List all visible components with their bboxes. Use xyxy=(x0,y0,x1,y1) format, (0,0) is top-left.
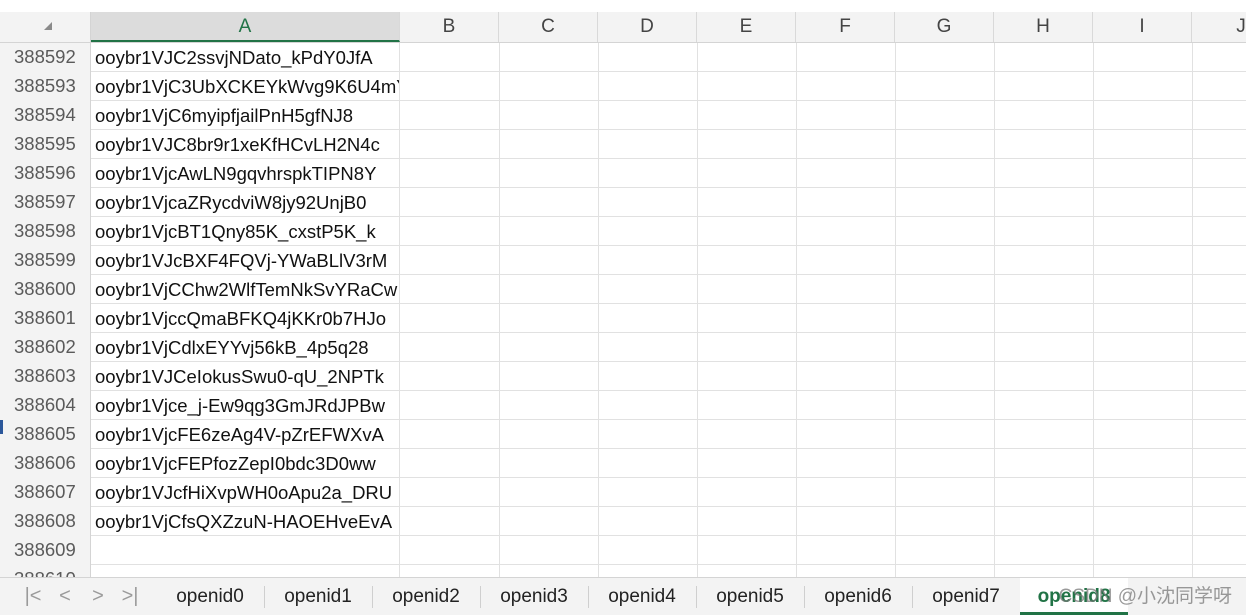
cell-a[interactable]: ooybr1VjCChw2WlfTemNkSvYRaCw xyxy=(91,275,400,304)
cell-a[interactable]: ooybr1VJcBXF4FQVj-YWaBLlV3rM xyxy=(91,246,400,275)
column-header-h[interactable]: H xyxy=(994,12,1093,42)
cell-a[interactable]: ooybr1VJcfHiXvpWH0oApu2a_DRU xyxy=(91,478,400,507)
table-row: 388603 ooybr1VJCeIokusSwu0-qU_2NPTk xyxy=(0,362,1246,391)
table-row: 388592 ooybr1VJC2ssvjNDato_kPdY0JfA xyxy=(0,43,1246,72)
prev-sheet-icon[interactable]: < xyxy=(52,584,78,610)
table-row: 388604 ooybr1Vjce_j-Ew9qg3GmJRdJPBw xyxy=(0,391,1246,420)
table-row: 388593 ooybr1VjC3UbXCKEYkWvg9K6U4mY xyxy=(0,72,1246,101)
row-number[interactable]: 388595 xyxy=(0,130,91,159)
cell-a[interactable]: ooybr1VjC6myipfjailPnH5gfNJ8 xyxy=(91,101,400,130)
tab-openid0[interactable]: openid0 xyxy=(156,578,264,615)
tab-openid3[interactable]: openid3 xyxy=(480,578,588,615)
cell-a[interactable]: ooybr1VjccQmaBFKQ4jKKr0b7HJo xyxy=(91,304,400,333)
last-sheet-icon[interactable]: >| xyxy=(117,584,143,610)
cell-a[interactable] xyxy=(91,565,400,577)
column-header-j[interactable]: J xyxy=(1192,12,1246,42)
cell-a[interactable]: ooybr1VJC2ssvjNDato_kPdY0JfA xyxy=(91,43,400,72)
table-row: 388610 xyxy=(0,565,1246,577)
row-number[interactable]: 388601 xyxy=(0,304,91,333)
left-edge-marker xyxy=(0,420,3,434)
table-row: 388608 ooybr1VjCfsQXZzuN-HAOEHveEvA xyxy=(0,507,1246,536)
top-strip xyxy=(0,0,1246,12)
row-number[interactable]: 388604 xyxy=(0,391,91,420)
select-all-triangle-icon xyxy=(44,22,52,30)
table-row: 388601 ooybr1VjccQmaBFKQ4jKKr0b7HJo xyxy=(0,304,1246,333)
spreadsheet-grid: A B C D E F G H I J 388592 ooybr1VJC2ssvj… xyxy=(0,0,1246,577)
row-number[interactable]: 388594 xyxy=(0,101,91,130)
next-sheet-icon[interactable]: > xyxy=(85,584,111,610)
watermark: CSDN @小沈同学呀 xyxy=(1058,586,1232,607)
cell-a[interactable]: ooybr1VjC3UbXCKEYkWvg9K6U4mY xyxy=(91,72,400,101)
cell-a[interactable]: ooybr1VjcFEPfozZepI0bdc3D0ww xyxy=(91,449,400,478)
table-row: 388595 ooybr1VJC8br9r1xeKfHCvLH2N4c xyxy=(0,130,1246,159)
row-number[interactable]: 388608 xyxy=(0,507,91,536)
table-row: 388597 ooybr1VjcaZRycdviW8jy92UnjB0 xyxy=(0,188,1246,217)
row-number[interactable]: 388600 xyxy=(0,275,91,304)
column-header-row: A B C D E F G H I J xyxy=(0,12,1246,43)
row-number[interactable]: 388609 xyxy=(0,536,91,565)
row-number[interactable]: 388592 xyxy=(0,43,91,72)
column-header-g[interactable]: G xyxy=(895,12,994,42)
sheet-tab-bar: |< < > >| openid0 openid1 openid2 openid… xyxy=(0,577,1246,615)
tab-openid5[interactable]: openid5 xyxy=(696,578,804,615)
row-number[interactable]: 388606 xyxy=(0,449,91,478)
cell-a[interactable]: ooybr1VjCfsQXZzuN-HAOEHveEvA xyxy=(91,507,400,536)
row-number[interactable]: 388605 xyxy=(0,420,91,449)
row-number[interactable]: 388593 xyxy=(0,72,91,101)
table-row: 388602 ooybr1VjCdlxEYYvj56kB_4p5q28 xyxy=(0,333,1246,362)
column-header-b[interactable]: B xyxy=(400,12,499,42)
cell-a[interactable]: ooybr1VjcBT1Qny85K_cxstP5K_k xyxy=(91,217,400,246)
column-header-a[interactable]: A xyxy=(91,12,400,42)
row-number[interactable]: 388610 xyxy=(0,565,91,577)
row-number[interactable]: 388603 xyxy=(0,362,91,391)
column-header-f[interactable]: F xyxy=(796,12,895,42)
column-header-i[interactable]: I xyxy=(1093,12,1192,42)
column-header-d[interactable]: D xyxy=(598,12,697,42)
row-number[interactable]: 388599 xyxy=(0,246,91,275)
table-row: 388599 ooybr1VJcBXF4FQVj-YWaBLlV3rM xyxy=(0,246,1246,275)
cell-a[interactable]: ooybr1VJCeIokusSwu0-qU_2NPTk xyxy=(91,362,400,391)
table-row: 388596 ooybr1VjcAwLN9gqvhrspkTIPN8Y xyxy=(0,159,1246,188)
table-row: 388605 ooybr1VjcFE6zeAg4V-pZrEFWXvA xyxy=(0,420,1246,449)
table-row: 388607 ooybr1VJcfHiXvpWH0oApu2a_DRU xyxy=(0,478,1246,507)
cell-a[interactable]: ooybr1VJC8br9r1xeKfHCvLH2N4c xyxy=(91,130,400,159)
row-number[interactable]: 388596 xyxy=(0,159,91,188)
table-row: 388606 ooybr1VjcFEPfozZepI0bdc3D0ww xyxy=(0,449,1246,478)
select-all-corner[interactable] xyxy=(0,12,91,42)
table-row: 388598 ooybr1VjcBT1Qny85K_cxstP5K_k xyxy=(0,217,1246,246)
cell-a[interactable]: ooybr1VjCdlxEYYvj56kB_4p5q28 xyxy=(91,333,400,362)
column-header-c[interactable]: C xyxy=(499,12,598,42)
tab-openid7[interactable]: openid7 xyxy=(912,578,1020,615)
row-number[interactable]: 388602 xyxy=(0,333,91,362)
table-row: 388600 ooybr1VjCChw2WlfTemNkSvYRaCw xyxy=(0,275,1246,304)
column-header-e[interactable]: E xyxy=(697,12,796,42)
row-number[interactable]: 388598 xyxy=(0,217,91,246)
table-row: 388609 xyxy=(0,536,1246,565)
cell-a[interactable]: ooybr1VjcFE6zeAg4V-pZrEFWXvA xyxy=(91,420,400,449)
cell-a[interactable]: ooybr1VjcAwLN9gqvhrspkTIPN8Y xyxy=(91,159,400,188)
cell-a[interactable]: ooybr1Vjce_j-Ew9qg3GmJRdJPBw xyxy=(91,391,400,420)
tab-openid4[interactable]: openid4 xyxy=(588,578,696,615)
row-number[interactable]: 388597 xyxy=(0,188,91,217)
table-row: 388594 ooybr1VjC6myipfjailPnH5gfNJ8 xyxy=(0,101,1246,130)
tab-openid2[interactable]: openid2 xyxy=(372,578,480,615)
first-sheet-icon[interactable]: |< xyxy=(20,584,46,610)
tab-openid6[interactable]: openid6 xyxy=(804,578,912,615)
tab-openid1[interactable]: openid1 xyxy=(264,578,372,615)
cell-a[interactable] xyxy=(91,536,400,565)
row-number[interactable]: 388607 xyxy=(0,478,91,507)
cell-a[interactable]: ooybr1VjcaZRycdviW8jy92UnjB0 xyxy=(91,188,400,217)
